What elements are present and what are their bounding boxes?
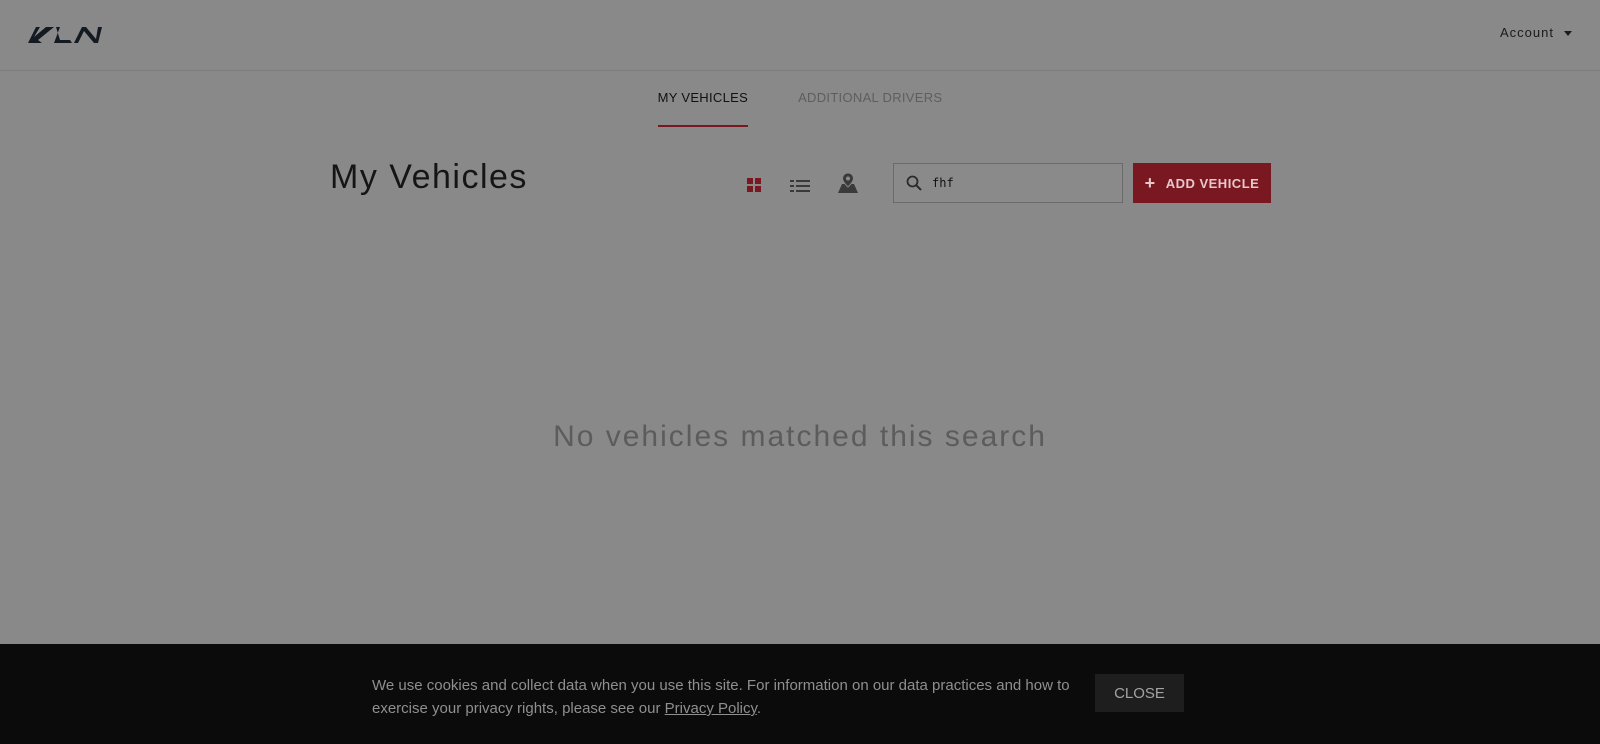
empty-state-message: No vehicles matched this search [553,420,1047,453]
privacy-policy-link[interactable]: Privacy Policy [665,700,757,717]
tab-my-vehicles[interactable]: MY VEHICLES [657,88,749,127]
search-field[interactable] [893,163,1123,203]
account-menu[interactable]: Account [1500,25,1572,40]
page-title: My Vehicles [330,158,528,196]
list-view-icon[interactable] [790,178,810,194]
kia-logo[interactable] [26,25,104,45]
top-bar: Account [0,0,1600,71]
map-view-icon[interactable] [838,172,858,194]
cookie-banner: We use cookies and collect data when you… [0,644,1600,744]
chevron-down-icon [1564,31,1572,36]
search-icon [906,175,922,191]
tab-bar: MY VEHICLES ADDITIONAL DRIVERS [0,88,1600,127]
tab-additional-drivers[interactable]: ADDITIONAL DRIVERS [798,88,942,127]
grid-view-icon[interactable] [746,177,762,193]
plus-icon: + [1144,173,1156,193]
cookie-message: We use cookies and collect data when you… [372,674,1082,720]
add-vehicle-button[interactable]: + ADD VEHICLE [1133,163,1271,203]
cookie-text-after: . [756,700,762,717]
account-label: Account [1500,25,1554,40]
cookie-close-button[interactable]: CLOSE [1095,674,1184,712]
add-vehicle-label: ADD VEHICLE [1165,175,1260,191]
search-input[interactable] [932,176,1102,190]
